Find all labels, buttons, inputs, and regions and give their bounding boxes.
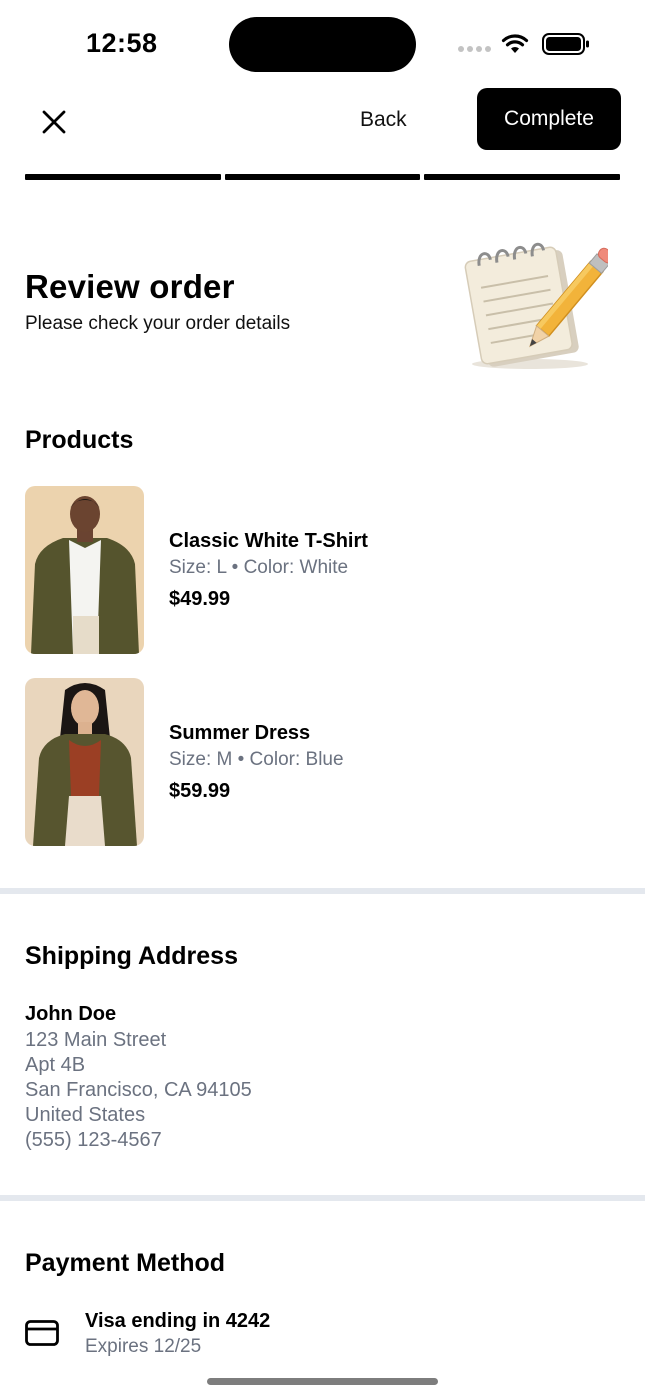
product-price: $59.99 — [169, 780, 231, 802]
product-item[interactable]: Summer Dress Size: M • Color: Blue $59.9… — [25, 678, 585, 846]
progress-step — [424, 174, 621, 180]
battery-icon — [542, 33, 589, 55]
back-button[interactable]: Back — [360, 104, 407, 136]
step-progress-bar — [25, 174, 621, 180]
product-item[interactable]: Classic White T-Shirt Size: L • Color: W… — [25, 486, 585, 654]
payment-card-expiry: Expires 12/25 — [85, 1336, 202, 1357]
product-variant: Size: L • Color: White — [169, 557, 349, 578]
product-variant: Size: M • Color: Blue — [169, 749, 344, 770]
shipping-heading: Shipping Address — [25, 942, 238, 970]
shipping-name: John Doe — [25, 1003, 117, 1025]
phone-number: (555) 123-4567 — [25, 1129, 162, 1151]
complete-button[interactable]: Complete — [477, 88, 621, 150]
wifi-icon — [501, 34, 529, 53]
product-image — [25, 486, 144, 654]
status-time: 12:58 — [86, 28, 158, 58]
section-divider — [0, 1195, 645, 1201]
status-bar: 12:58 — [0, 0, 645, 88]
payment-card-title: Visa ending in 4242 — [85, 1310, 271, 1332]
payment-heading: Payment Method — [25, 1249, 226, 1277]
page-subtitle: Please check your order details — [25, 313, 291, 334]
product-price: $49.99 — [169, 588, 231, 610]
home-indicator[interactable] — [207, 1378, 438, 1385]
credit-card-icon — [25, 1320, 59, 1346]
section-divider — [0, 888, 645, 894]
address-line: 123 Main Street — [25, 1029, 167, 1051]
product-name: Summer Dress — [169, 722, 311, 744]
progress-step — [25, 174, 221, 180]
notepad-pencil-illustration — [464, 242, 608, 369]
address-line: San Francisco, CA 94105 — [25, 1079, 252, 1101]
product-image — [25, 678, 144, 846]
product-name: Classic White T-Shirt — [169, 530, 368, 552]
close-icon[interactable] — [36, 104, 72, 140]
address-line: United States — [25, 1104, 146, 1126]
top-nav: Back Complete — [0, 88, 645, 168]
address-line: Apt 4B — [25, 1054, 86, 1076]
dynamic-island — [229, 17, 416, 72]
products-heading: Products — [25, 426, 134, 454]
cellular-signal-icon — [458, 46, 492, 54]
progress-step — [224, 174, 421, 180]
page-title: Review order — [25, 268, 235, 305]
